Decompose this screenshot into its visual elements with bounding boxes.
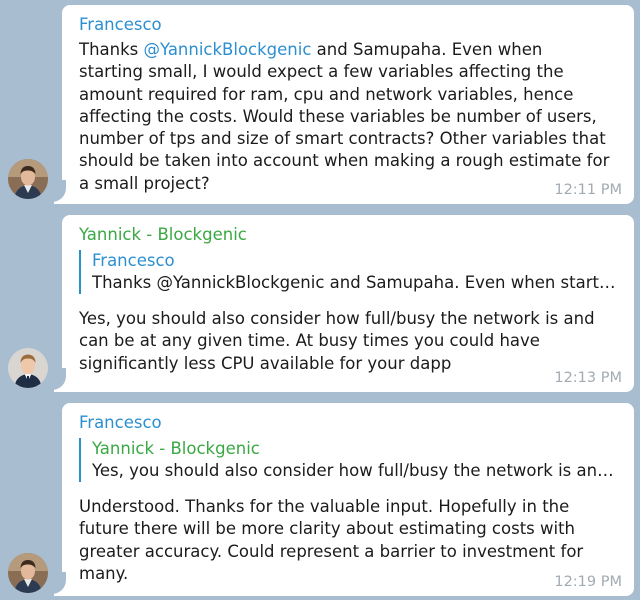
message-time: 12:19 PM <box>554 574 622 590</box>
message-sender[interactable]: Yannick - Blockgenic <box>79 224 618 246</box>
message-bubble[interactable]: Francesco Yannick - Blockgenic Yes, you … <box>62 403 634 596</box>
bubble-tail <box>48 368 68 392</box>
reply-sender: Francesco <box>92 251 175 270</box>
avatar[interactable] <box>8 159 48 199</box>
message-text: Understood. Thanks for the valuable inpu… <box>79 497 584 583</box>
chat-history: Francesco Thanks @YannickBlockgenic and … <box>0 0 640 600</box>
message-text: Thanks @YannickBlockgenic and Samupaha. … <box>79 40 610 193</box>
reply-text: Yes, you should also consider how full/b… <box>92 461 620 480</box>
avatar-yannick-icon <box>8 348 48 388</box>
avatar-francesco-icon <box>8 553 48 593</box>
message-time: 12:11 PM <box>554 182 622 198</box>
mention-link[interactable]: @YannickBlockgenic <box>144 40 312 59</box>
bubble-tail <box>48 572 68 596</box>
reply-quote[interactable]: Francesco Thanks @YannickBlockgenic and … <box>79 250 620 294</box>
reply-quote[interactable]: Yannick - Blockgenic Yes, you should als… <box>79 438 620 482</box>
bubble-tail <box>48 180 68 204</box>
reply-sender: Yannick - Blockgenic <box>92 439 260 458</box>
message-time: 12:13 PM <box>554 370 622 386</box>
message-text: Yes, you should also consider how full/b… <box>79 309 595 373</box>
reply-text: Thanks @YannickBlockgenic and Samupaha. … <box>92 273 620 292</box>
avatar-francesco-icon <box>8 159 48 199</box>
message-sender[interactable]: Francesco <box>79 412 618 434</box>
message-sender[interactable]: Francesco <box>79 14 618 36</box>
avatar[interactable] <box>8 348 48 388</box>
message-bubble[interactable]: Yannick - Blockgenic Francesco Thanks @Y… <box>62 215 634 392</box>
avatar[interactable] <box>8 553 48 593</box>
message-bubble[interactable]: Francesco Thanks @YannickBlockgenic and … <box>62 5 634 204</box>
